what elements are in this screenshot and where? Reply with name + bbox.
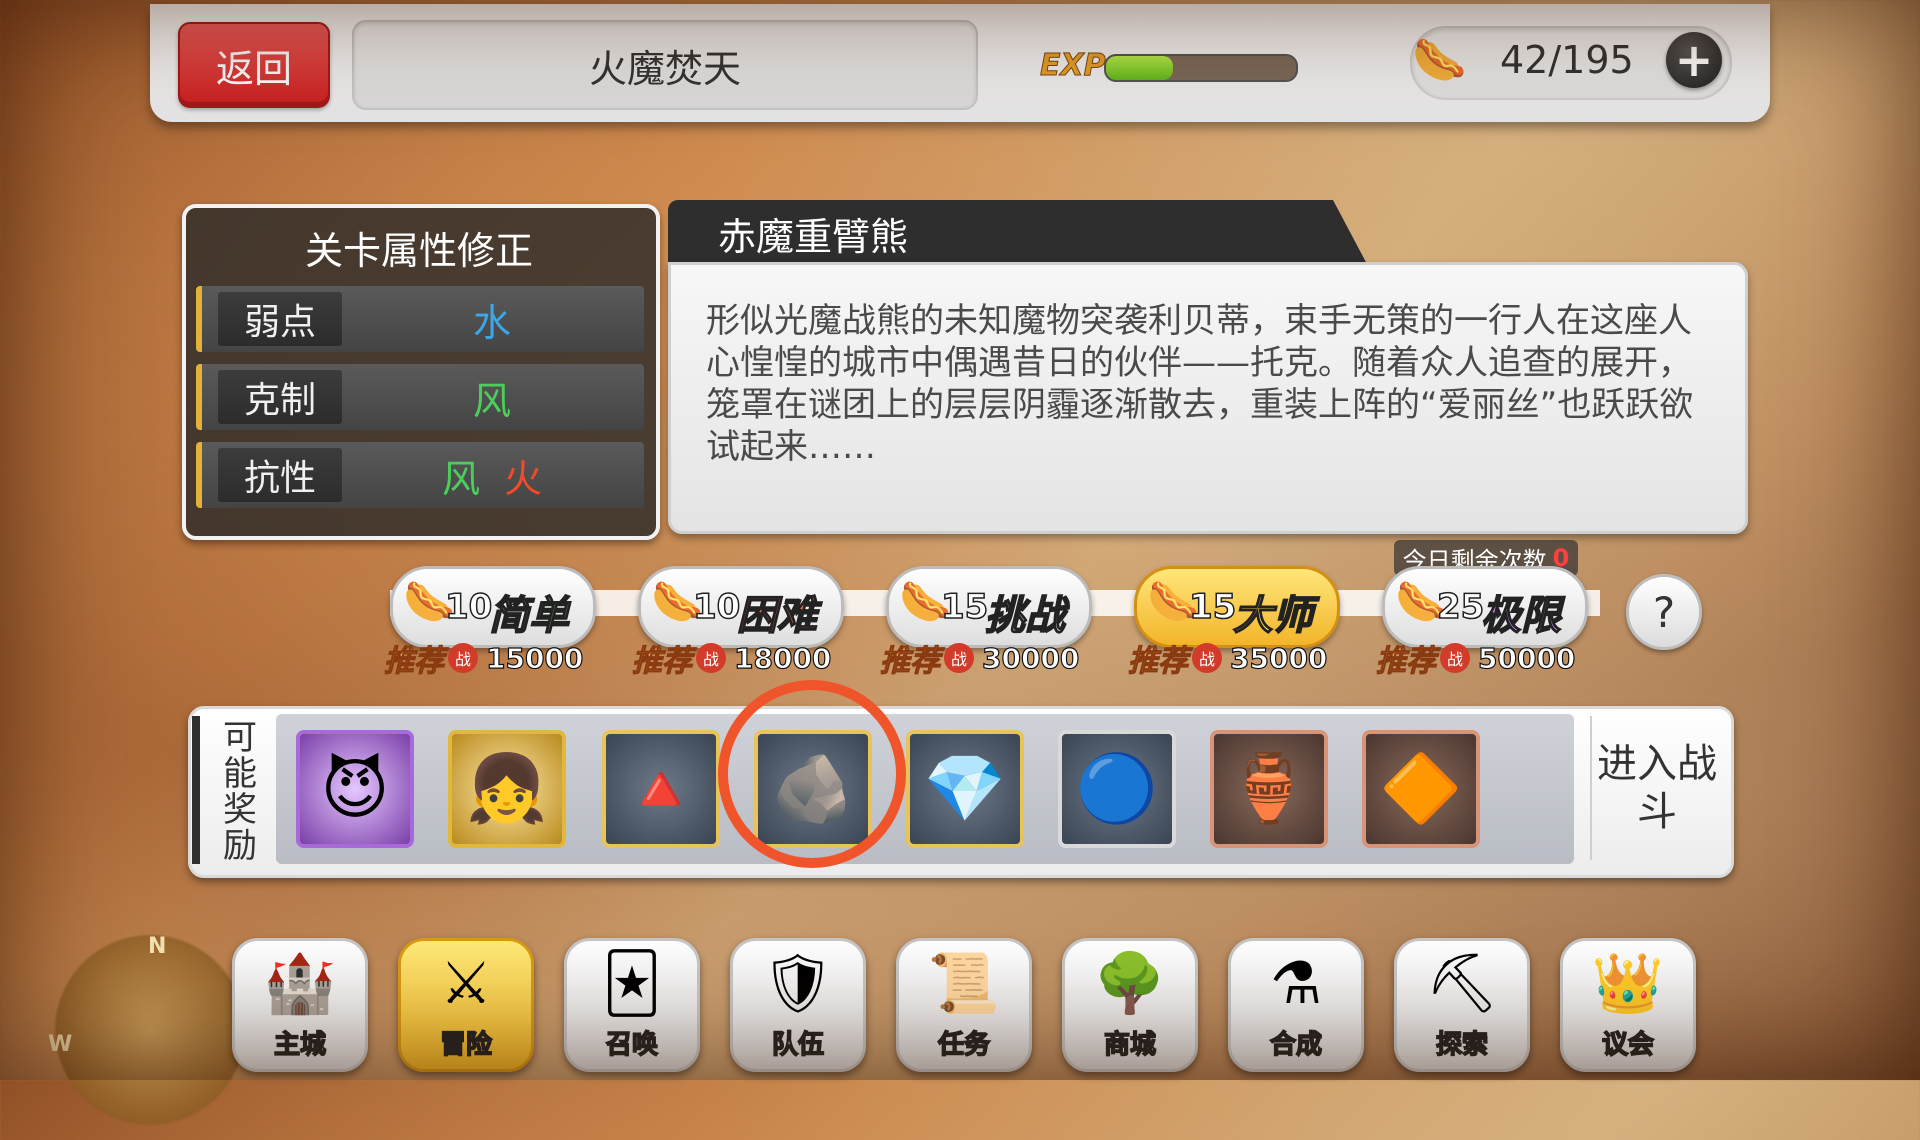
exp-label: EXP — [1040, 48, 1107, 84]
battle-badge-icon: 战 — [1192, 643, 1222, 673]
difficulty-cost: 15 — [940, 586, 989, 628]
hotdog-icon: 🌭 — [1412, 35, 1467, 86]
difficulty-cost: 10 — [692, 586, 741, 628]
boss-name: 赤魔重臂熊 — [718, 215, 909, 259]
exp-progress-bar — [1104, 54, 1298, 82]
nav-item[interactable]: 🏰 主城 — [232, 938, 368, 1072]
element-value: 风 — [472, 378, 511, 423]
recommended-power-value: 18000 — [733, 641, 832, 675]
attribute-values: 水 — [352, 292, 632, 346]
recommended-label: 推荐 — [1376, 644, 1437, 680]
difficulty-name: 极限 — [1480, 592, 1562, 640]
recommended-power: 推荐战 18000 — [632, 640, 833, 680]
nav-label: 主城 — [273, 1029, 327, 1061]
plus-icon: + — [1674, 33, 1714, 87]
recommended-power-value: 15000 — [485, 641, 584, 675]
emerald-gem-icon[interactable]: 💎 — [906, 730, 1024, 848]
nav-item[interactable]: ⛏ 探索 — [1394, 938, 1530, 1072]
quest-book-icon: 📜 — [927, 949, 1001, 1017]
attribute-label: 弱点 — [218, 292, 342, 346]
boss-description: 形似光魔战熊的未知魔物突袭利贝蒂，束手无策的一行人在这座人心惶惶的城市中偶遇昔日… — [706, 301, 1694, 467]
difficulty-name: 挑战 — [984, 592, 1066, 640]
attribute-row: 弱点 水 — [196, 286, 644, 352]
attribute-values: 风 — [352, 370, 632, 424]
battle-badge-icon: 战 — [696, 643, 726, 673]
castle-icon: 🏰 — [263, 949, 337, 1017]
compass-north-label: N — [148, 934, 167, 959]
element-value: 风 — [441, 456, 480, 501]
stage-title: 火魔焚天 — [352, 20, 978, 110]
council-crest-icon: 👑 — [1591, 949, 1665, 1017]
recommended-power: 推荐战 15000 — [384, 640, 585, 680]
enter-battle-button[interactable]: 进入战斗 — [1590, 716, 1722, 860]
reward-accent-bar — [192, 716, 200, 864]
nav-label: 议会 — [1601, 1029, 1655, 1061]
nav-label: 商城 — [1103, 1029, 1157, 1061]
crossed-swords-icon: ⚔ — [440, 949, 492, 1017]
compass-west-label: W — [48, 1032, 73, 1057]
recommended-label: 推荐 — [384, 644, 445, 680]
attribute-values: 风火 — [352, 448, 632, 502]
attribute-panel-title: 关卡属性修正 — [304, 228, 533, 273]
recommended-label: 推荐 — [1128, 644, 1189, 680]
attribute-row: 抗性风火 — [196, 442, 644, 508]
recommended-power: 推荐战 30000 — [880, 640, 1081, 680]
battle-badge-icon: 战 — [1440, 643, 1470, 673]
difficulty-name: 困难 — [736, 592, 818, 640]
blue-flame-crystal-icon[interactable]: 🔵 — [1058, 730, 1176, 848]
nav-item[interactable]: 🛡 队伍 — [730, 938, 866, 1072]
nav-label: 探索 — [1435, 1029, 1489, 1061]
nav-label: 合成 — [1269, 1029, 1323, 1061]
nav-item[interactable]: 👑 议会 — [1560, 938, 1696, 1072]
nav-item[interactable]: 🌳 商城 — [1062, 938, 1198, 1072]
nav-item[interactable]: 📜 任务 — [896, 938, 1032, 1072]
summon-card-icon: 🃏 — [602, 949, 662, 1017]
difficulty-cost: 15 — [1188, 586, 1237, 628]
demon-girl-portrait[interactable]: 😈 — [296, 730, 414, 848]
nav-label: 任务 — [937, 1029, 991, 1061]
attribute-row: 克制 风 — [196, 364, 644, 430]
recommended-power-value: 30000 — [981, 641, 1080, 675]
nav-item[interactable]: 🃏 召唤 — [564, 938, 700, 1072]
highlight-circle — [718, 680, 906, 868]
green-crystal-icon[interactable]: 🔺 — [602, 730, 720, 848]
recommended-label: 推荐 — [632, 644, 693, 680]
attribute-label: 抗性 — [218, 448, 342, 502]
recommended-label: 推荐 — [880, 644, 941, 680]
shop-tree-icon: 🌳 — [1093, 949, 1167, 1017]
nav-label: 队伍 — [771, 1029, 825, 1061]
difficulty-cost: 25 — [1436, 586, 1485, 628]
battle-badge-icon: 战 — [448, 643, 478, 673]
potion-flask-icon: ⚗ — [1270, 949, 1322, 1017]
recommended-power-value: 50000 — [1477, 641, 1576, 675]
recommended-power: 推荐战 35000 — [1128, 640, 1329, 680]
battle-badge-icon: 战 — [944, 643, 974, 673]
nav-label: 召唤 — [605, 1029, 659, 1061]
nav-item[interactable]: ⚗ 合成 — [1228, 938, 1364, 1072]
recommended-power-value: 35000 — [1229, 641, 1328, 675]
attribute-label: 克制 — [218, 370, 342, 424]
exp-progress-fill — [1106, 56, 1173, 80]
element-value: 水 — [472, 300, 511, 345]
nav-item[interactable]: ⚔ 冒险 — [398, 938, 534, 1072]
difficulty-name: 大师 — [1232, 592, 1314, 640]
add-stamina-button[interactable]: + — [1666, 32, 1722, 88]
difficulty-name: 简单 — [488, 592, 570, 640]
stamina-count: 42/195 — [1500, 38, 1634, 82]
back-button[interactable]: 返回 — [178, 22, 330, 108]
recommended-power: 推荐战 50000 — [1376, 640, 1577, 680]
powder-jar-icon[interactable]: 🏺 — [1210, 730, 1328, 848]
possible-rewards-label: 可能奖励 — [223, 718, 257, 866]
amber-crystal-icon[interactable]: 🔶 — [1362, 730, 1480, 848]
element-value: 火 — [504, 456, 543, 501]
blonde-girl-portrait[interactable]: 👧 — [448, 730, 566, 848]
winged-emblem-icon: 🛡 — [761, 949, 835, 1017]
shovel-icon: ⛏ — [1425, 949, 1499, 1017]
help-button[interactable]: ? — [1626, 574, 1702, 650]
difficulty-cost: 10 — [444, 586, 493, 628]
nav-label: 冒险 — [439, 1029, 493, 1061]
